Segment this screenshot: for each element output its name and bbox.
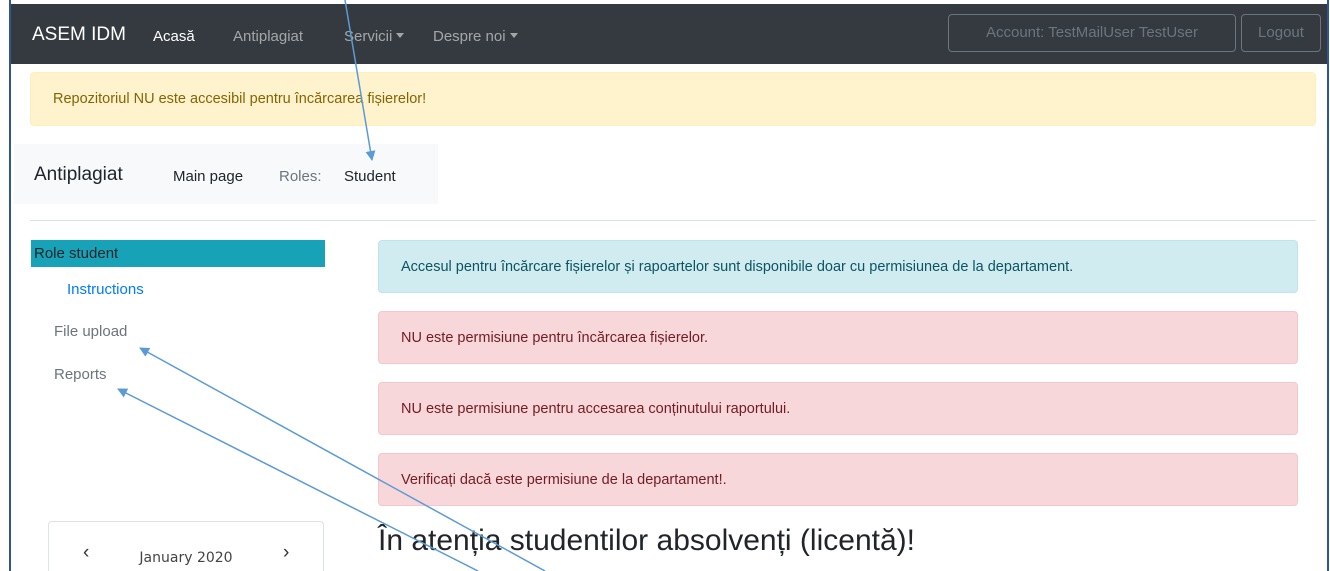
nav-dropdown-servicii-label: Servicii	[344, 28, 393, 45]
sidebar-header: Role student	[31, 240, 325, 267]
danger-alert-report: NU este permisiune pentru accesarea conț…	[378, 382, 1298, 435]
calendar-month-label: January 2020	[139, 550, 233, 566]
danger-alert-upload: NU este permisiune pentru încărcarea fiș…	[378, 311, 1298, 364]
danger-alert-report-text: NU este permisiune pentru accesarea conț…	[401, 400, 791, 417]
danger-alert-upload-text: NU este permisiune pentru încărcarea fiș…	[401, 329, 709, 346]
sidebar-item-file-upload[interactable]: File upload	[54, 323, 127, 340]
nav-link-acasa[interactable]: Acasă	[153, 28, 195, 45]
role-value: Student	[344, 168, 396, 185]
frame-right-edge	[1327, 0, 1329, 571]
info-alert: Accesul pentru încărcare fișierelor și r…	[378, 240, 1298, 293]
page-title: Antiplagiat	[34, 164, 123, 185]
nav-link-antiplagiat[interactable]: Antiplagiat	[233, 28, 303, 45]
brand-logo[interactable]: ASEM IDM	[32, 24, 126, 46]
frame-left-edge	[9, 0, 11, 571]
info-alert-text: Accesul pentru încărcare fișierelor și r…	[401, 258, 1074, 275]
roles-label: Roles:	[279, 168, 322, 185]
account-button[interactable]: Account: TestMailUser TestUser	[948, 14, 1236, 52]
caret-down-icon	[509, 33, 518, 38]
warning-banner: Repozitoriul NU este accesibil pentru în…	[30, 72, 1316, 126]
danger-alert-verify: Verificați dacă este permisiune de la de…	[378, 453, 1298, 506]
nav-dropdown-despre-noi[interactable]: Despre noi	[433, 28, 518, 45]
chevron-right-icon[interactable]: ›	[283, 542, 289, 564]
nav-dropdown-servicii[interactable]: Servicii	[344, 28, 405, 45]
calendar-widget: ‹ January 2020 ›	[48, 521, 324, 571]
main-page-link[interactable]: Main page	[173, 168, 243, 185]
logout-button[interactable]: Logout	[1241, 14, 1321, 52]
sidebar-item-instructions[interactable]: Instructions	[67, 281, 144, 298]
announcement-heading: În atenția studentilor absolvenți (licen…	[378, 524, 915, 557]
top-navbar: ASEM IDM Acasă Antiplagiat Servicii Desp…	[11, 4, 1327, 64]
page-subheader: Antiplagiat Main page Roles: Student	[14, 144, 438, 204]
caret-down-icon	[396, 33, 405, 38]
danger-alert-verify-text: Verificați dacă este permisiune de la de…	[401, 471, 727, 488]
warning-banner-text: Repozitoriul NU este accesibil pentru în…	[53, 91, 427, 107]
nav-dropdown-despre-noi-label: Despre noi	[433, 28, 506, 45]
section-divider	[30, 220, 1316, 221]
sidebar-item-reports[interactable]: Reports	[54, 366, 107, 383]
